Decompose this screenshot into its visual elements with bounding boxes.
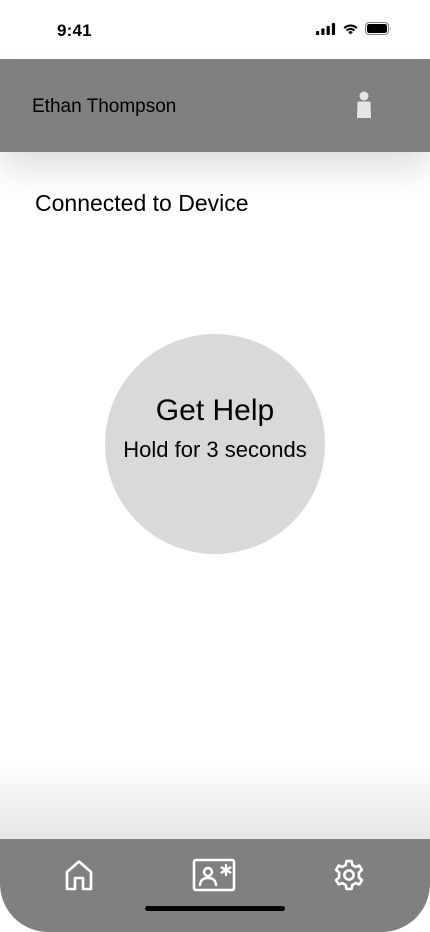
tab-settings[interactable] — [327, 855, 371, 899]
gear-icon — [332, 858, 366, 897]
cellular-signal-icon — [316, 22, 336, 40]
help-button-title: Get Help — [155, 394, 275, 427]
contact-card-icon — [192, 858, 236, 897]
person-icon — [356, 91, 372, 124]
status-bar: 9:41 — [0, 0, 430, 59]
battery-icon — [365, 22, 392, 40]
help-button-subtitle: Hold for 3 seconds — [123, 437, 307, 462]
tab-contacts[interactable] — [191, 855, 237, 899]
home-indicator[interactable] — [145, 906, 285, 911]
tab-bar — [0, 839, 430, 932]
status-icons — [316, 22, 392, 40]
phone-screen: 9:41 Ethan Thompson Connected to Device … — [0, 0, 430, 932]
tab-home[interactable] — [57, 855, 101, 899]
profile-button[interactable] — [350, 90, 378, 124]
connection-status: Connected to Device — [35, 190, 249, 216]
bottom-shadow — [0, 760, 430, 840]
app-header: Ethan Thompson — [0, 59, 430, 152]
get-help-button[interactable]: Get Help Hold for 3 seconds — [105, 334, 325, 554]
wifi-icon — [342, 22, 359, 40]
status-time: 9:41 — [57, 21, 92, 40]
user-name: Ethan Thompson — [32, 96, 177, 117]
home-icon — [62, 858, 96, 897]
